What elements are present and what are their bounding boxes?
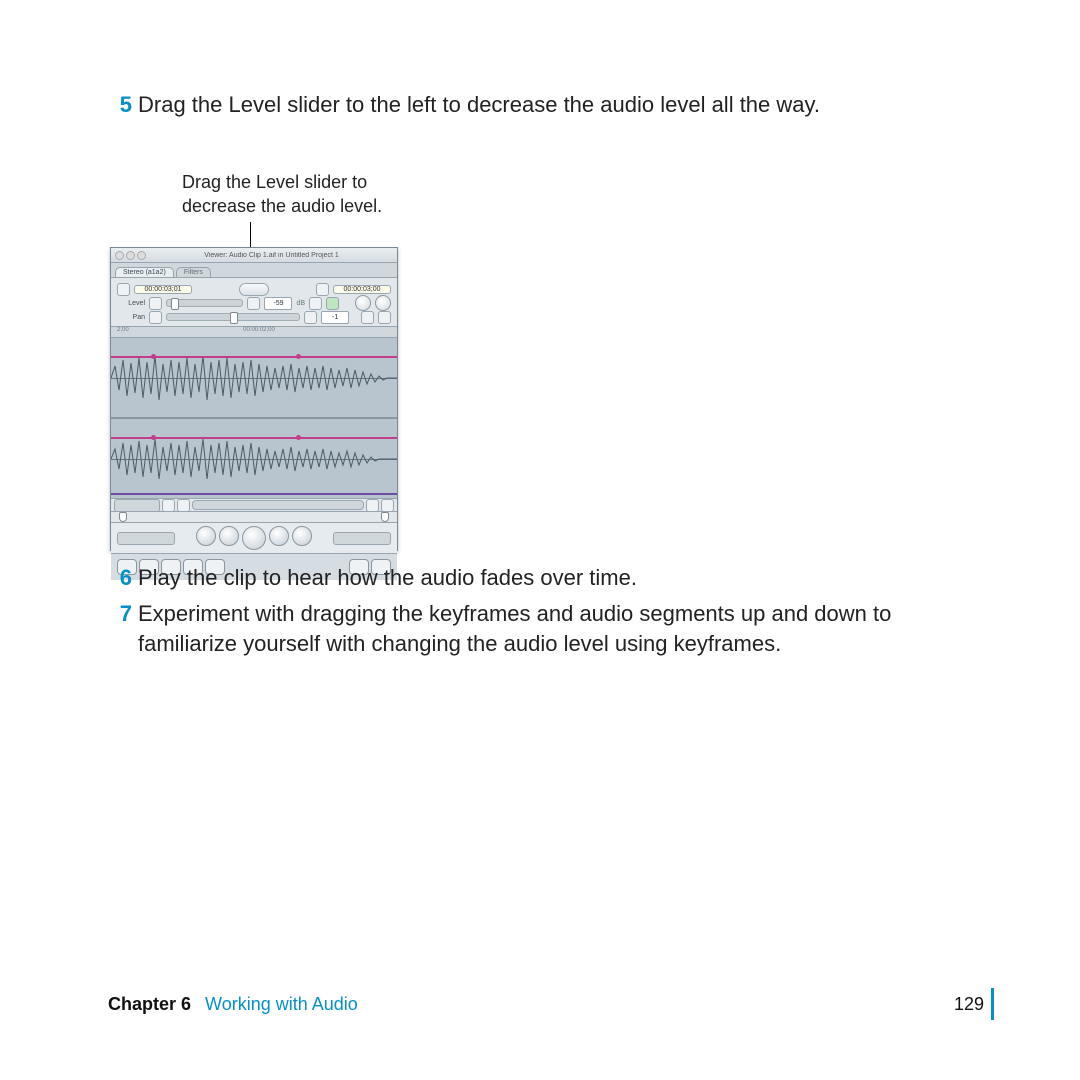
tab-strip: Stereo (a1a2) Filters — [111, 263, 397, 278]
step-forward-button[interactable] — [269, 526, 289, 546]
controls-panel: 00:00:03;01 00:00:03;00 Level -59 dB — [111, 278, 397, 327]
pan-add-keyframe-button[interactable] — [378, 311, 391, 324]
timeline-ruler[interactable]: 2;00 00:00:02;00 — [111, 327, 397, 338]
level-slider-thumb[interactable] — [171, 298, 179, 310]
level-next-keyframe-button[interactable] — [247, 297, 260, 310]
level-prev-keyframe-button[interactable] — [149, 297, 162, 310]
transport-bar — [111, 523, 397, 553]
zoom-segmented-button[interactable] — [239, 283, 269, 296]
timecode-mode-button[interactable] — [117, 283, 130, 296]
ruler-mark — [389, 327, 391, 337]
step-text: Experiment with dragging the keyframes a… — [138, 599, 990, 659]
chapter-label: Chapter 6 — [108, 994, 191, 1015]
drag-hand-icon[interactable] — [375, 295, 391, 311]
scroll-end-right-button[interactable] — [381, 499, 394, 512]
marker-row[interactable] — [111, 512, 397, 523]
go-end-button[interactable] — [292, 526, 312, 546]
pan-next-keyframe-button[interactable] — [304, 311, 317, 324]
step-back-button[interactable] — [219, 526, 239, 546]
close-icon[interactable] — [115, 251, 124, 260]
step-6: 6 Play the clip to hear how the audio fa… — [108, 563, 990, 593]
scroll-right-button[interactable] — [177, 499, 190, 512]
timecode-duration: 00:00:03;00 — [333, 285, 391, 294]
waveform-track-left[interactable] — [111, 338, 397, 417]
window-title: Viewer: Audio Clip 1.aif in Untitled Pro… — [150, 252, 393, 259]
pan-envelope-line[interactable] — [111, 493, 397, 498]
zoom-slider[interactable] — [114, 499, 160, 512]
waveform-icon — [111, 419, 397, 498]
waveform-track-right[interactable] — [111, 417, 397, 498]
step-text: Play the clip to hear how the audio fade… — [138, 563, 990, 593]
step-7: 7 Experiment with dragging the keyframes… — [108, 599, 990, 659]
ruler-mark: 2;00 — [117, 327, 129, 337]
level-label: Level — [117, 300, 145, 307]
page-footer: Chapter 6 Working with Audio 129 — [108, 992, 984, 1016]
level-value-field[interactable]: -59 — [264, 297, 292, 310]
tab-filters[interactable]: Filters — [176, 267, 211, 277]
page-number: 129 — [954, 994, 984, 1015]
out-point-icon[interactable] — [381, 512, 389, 522]
reset-button-icon[interactable] — [355, 295, 371, 311]
callout-leader-line — [250, 222, 251, 247]
scroll-left-button[interactable] — [162, 499, 175, 512]
callout: Drag the Level slider to decrease the au… — [182, 170, 512, 247]
step-number: 5 — [108, 90, 132, 120]
chapter-title: Working with Audio — [205, 994, 358, 1015]
shuttle-slider[interactable] — [117, 532, 175, 545]
keyframe-icon[interactable] — [296, 435, 301, 440]
screenshot-figure: Viewer: Audio Clip 1.aif in Untitled Pro… — [110, 247, 990, 551]
waveform-area[interactable] — [111, 338, 397, 499]
document-page: 5 Drag the Level slider to the left to d… — [0, 0, 1080, 1080]
level-unit-label: dB — [296, 300, 305, 307]
keyframe-icon[interactable] — [296, 354, 301, 359]
pan-unit-spacer — [353, 314, 357, 321]
tab-stereo[interactable]: Stereo (a1a2) — [115, 267, 174, 277]
viewer-window: Viewer: Audio Clip 1.aif in Untitled Pro… — [110, 247, 398, 551]
step-text: Drag the Level slider to the left to dec… — [138, 90, 990, 120]
keyframe-icon[interactable] — [151, 354, 156, 359]
pan-slider[interactable] — [166, 313, 300, 321]
pan-keyframe-nav-button[interactable] — [361, 311, 374, 324]
go-start-button[interactable] — [196, 526, 216, 546]
window-titlebar[interactable]: Viewer: Audio Clip 1.aif in Untitled Pro… — [111, 248, 397, 263]
step-number: 6 — [108, 563, 132, 593]
step-number: 7 — [108, 599, 132, 659]
traffic-lights[interactable] — [115, 251, 146, 260]
zoom-scroll-row — [111, 499, 397, 512]
step-5: 5 Drag the Level slider to the left to d… — [108, 90, 990, 120]
jog-wheel[interactable] — [333, 532, 391, 545]
timecode-current[interactable]: 00:00:03;01 — [134, 285, 192, 294]
pan-slider-thumb[interactable] — [230, 312, 238, 324]
timecode-duration-button[interactable] — [316, 283, 329, 296]
minimize-icon[interactable] — [126, 251, 135, 260]
ruler-mark: 00:00:02;00 — [243, 327, 275, 337]
level-keyframe-nav-button[interactable] — [309, 297, 322, 310]
pan-value-field[interactable]: -1 — [321, 311, 349, 324]
post-steps: 6 Play the clip to hear how the audio fa… — [108, 563, 990, 659]
play-button[interactable] — [242, 526, 266, 550]
level-slider[interactable] — [166, 299, 243, 307]
callout-line: decrease the audio level. — [182, 194, 512, 218]
footer-rule-icon — [991, 988, 994, 1020]
pan-prev-keyframe-button[interactable] — [149, 311, 162, 324]
waveform-icon — [111, 338, 397, 417]
callout-line: Drag the Level slider to — [182, 170, 512, 194]
horizontal-scrollbar[interactable] — [192, 500, 364, 510]
pan-label: Pan — [117, 314, 145, 321]
zoom-icon[interactable] — [137, 251, 146, 260]
scroll-end-left-button[interactable] — [366, 499, 379, 512]
in-point-icon[interactable] — [119, 512, 127, 522]
keyframe-icon[interactable] — [151, 435, 156, 440]
level-add-keyframe-button[interactable] — [326, 297, 339, 310]
